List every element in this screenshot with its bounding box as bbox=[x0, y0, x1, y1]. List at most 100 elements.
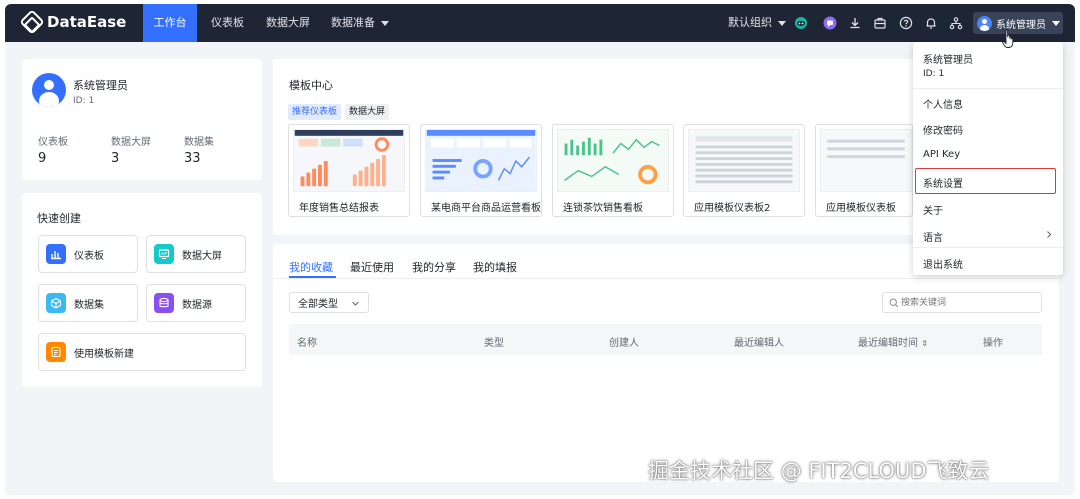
template-center-title: 模板中心 bbox=[289, 79, 333, 92]
chip-data-screen[interactable]: 数据大屏 bbox=[345, 104, 390, 120]
chevron-down-icon bbox=[352, 301, 359, 306]
tabs-divider bbox=[273, 278, 1059, 279]
cube-icon bbox=[46, 293, 66, 313]
column-last-edit-time-label: 最近编辑时间 bbox=[858, 338, 918, 349]
quick-create-data-screen-label: 数据大屏 bbox=[182, 250, 222, 262]
nav-dashboard-label: 仪表板 bbox=[211, 16, 244, 29]
column-creator: 创建人 bbox=[609, 338, 639, 349]
quick-create-dashboard[interactable]: 仪表板 bbox=[38, 235, 138, 273]
chevron-down-icon bbox=[778, 20, 786, 26]
search-box bbox=[882, 292, 1042, 313]
column-last-edit-time[interactable]: 最近编辑时间 ⇕ bbox=[858, 334, 928, 349]
menu-logout[interactable]: 退出系统 bbox=[923, 256, 963, 271]
stat-label-data-screen: 数据大屏 bbox=[111, 137, 151, 148]
nav-workbench-label: 工作台 bbox=[153, 16, 187, 29]
template-name: 应用模板仪表板2 bbox=[694, 203, 771, 214]
download-icon[interactable] bbox=[848, 16, 862, 30]
briefcase-icon[interactable] bbox=[873, 16, 887, 30]
tab-shared[interactable]: 我的分享 bbox=[412, 259, 456, 275]
column-type: 类型 bbox=[484, 338, 504, 349]
menu-divider bbox=[913, 88, 1063, 89]
quick-create-dashboard-label: 仪表板 bbox=[74, 250, 104, 262]
stat-label-dashboard: 仪表板 bbox=[38, 137, 68, 148]
org-tree-icon[interactable] bbox=[949, 16, 963, 30]
column-actions: 操作 bbox=[983, 338, 1003, 349]
database-icon bbox=[154, 293, 174, 313]
sort-icon: ⇕ bbox=[921, 339, 928, 348]
user-dropdown-menu: 系统管理员 ID: 1 个人信息 修改密码 API Key 系统设置 关于 语言… bbox=[913, 42, 1063, 275]
template-name: 年度销售总结报表 bbox=[299, 203, 379, 214]
menu-user-name: 系统管理员 bbox=[923, 55, 973, 66]
top-nav-bar: DataEase 工作台 仪表板 数据大屏 数据准备 默认组织 系统管理员 bbox=[5, 4, 1075, 42]
template-thumbnail bbox=[820, 129, 912, 192]
template-card[interactable]: 某电商平台商品运营看板 bbox=[420, 124, 542, 217]
hand-cursor-icon bbox=[1002, 29, 1014, 48]
type-filter-select[interactable]: 全部类型 bbox=[289, 292, 369, 313]
logo-text: DataEase bbox=[47, 13, 127, 31]
stat-value-dataset: 33 bbox=[184, 151, 201, 166]
copilot-icon[interactable] bbox=[823, 16, 837, 30]
nav-workbench[interactable]: 工作台 bbox=[143, 4, 197, 42]
menu-system-settings[interactable]: 系统设置 bbox=[923, 175, 963, 190]
quick-create-from-template[interactable]: 使用模板新建 bbox=[38, 333, 246, 371]
menu-api-key[interactable]: API Key bbox=[923, 149, 960, 160]
logo-icon bbox=[19, 9, 45, 35]
tab-favorites[interactable]: 我的收藏 bbox=[289, 259, 333, 275]
stat-value-dashboard: 9 bbox=[38, 151, 47, 166]
template-card[interactable]: 年度销售总结报表 bbox=[288, 124, 410, 217]
profile-card: 系统管理员 ID: 1 仪表板 9 数据大屏 3 数据集 33 bbox=[22, 59, 262, 180]
quick-create-dataset[interactable]: 数据集 bbox=[38, 284, 138, 322]
stat-value-data-screen: 3 bbox=[111, 151, 120, 166]
quick-create-from-template-label: 使用模板新建 bbox=[74, 348, 134, 360]
logo[interactable]: DataEase bbox=[19, 9, 127, 35]
nav-data-screen[interactable]: 数据大屏 bbox=[266, 4, 310, 42]
tab-filled[interactable]: 我的填报 bbox=[473, 259, 517, 275]
quick-create-panel: 快速创建 仪表板 数据大屏 数据集 数据源 使用模板新建 bbox=[22, 193, 262, 387]
search-icon bbox=[889, 298, 899, 308]
avatar bbox=[32, 73, 66, 107]
template-thumbnail bbox=[688, 129, 800, 192]
template-card[interactable]: 应用模板仪表板 bbox=[815, 124, 913, 217]
chevron-right-icon bbox=[1047, 231, 1052, 238]
nav-dashboard[interactable]: 仪表板 bbox=[211, 4, 244, 42]
column-name: 名称 bbox=[297, 338, 317, 349]
profile-name: 系统管理员 bbox=[73, 79, 128, 92]
search-input[interactable] bbox=[901, 295, 1037, 310]
org-selector-label: 默认组织 bbox=[728, 16, 772, 29]
help-icon[interactable] bbox=[899, 16, 913, 30]
org-selector[interactable]: 默认组织 bbox=[728, 4, 786, 42]
menu-language[interactable]: 语言 bbox=[923, 229, 943, 244]
type-filter-value: 全部类型 bbox=[298, 299, 338, 310]
stat-label-dataset: 数据集 bbox=[184, 137, 214, 148]
menu-divider bbox=[913, 247, 1063, 248]
screen-icon bbox=[154, 244, 174, 264]
chevron-down-icon bbox=[381, 20, 389, 26]
quick-create-datasource-label: 数据源 bbox=[182, 299, 212, 311]
chip-recommended-dashboard[interactable]: 推荐仪表板 bbox=[288, 104, 342, 120]
template-card[interactable]: 应用模板仪表板2 bbox=[683, 124, 805, 217]
tab-recent[interactable]: 最近使用 bbox=[350, 259, 394, 275]
template-name: 连锁茶饮销售看板 bbox=[563, 203, 643, 214]
bar-chart-icon bbox=[46, 244, 66, 264]
chevron-down-icon bbox=[1052, 20, 1060, 26]
avatar bbox=[977, 15, 992, 31]
quick-create-title: 快速创建 bbox=[37, 212, 81, 225]
table-header bbox=[289, 324, 1042, 355]
bell-icon[interactable] bbox=[924, 16, 938, 30]
nav-data-screen-label: 数据大屏 bbox=[266, 16, 310, 29]
template-thumbnail bbox=[425, 129, 537, 192]
quick-create-data-screen[interactable]: 数据大屏 bbox=[146, 235, 246, 273]
template-card[interactable]: 连锁茶饮销售看板 bbox=[552, 124, 674, 217]
template-icon bbox=[46, 342, 66, 362]
ai-assistant-icon[interactable] bbox=[794, 16, 808, 30]
profile-id: ID: 1 bbox=[73, 96, 95, 106]
menu-personal-info[interactable]: 个人信息 bbox=[923, 96, 963, 111]
user-menu-trigger[interactable]: 系统管理员 bbox=[973, 12, 1063, 34]
quick-create-datasource[interactable]: 数据源 bbox=[146, 284, 246, 322]
menu-about[interactable]: 关于 bbox=[923, 202, 943, 217]
quick-create-dataset-label: 数据集 bbox=[74, 299, 104, 311]
menu-change-password[interactable]: 修改密码 bbox=[923, 122, 963, 137]
nav-data-prep[interactable]: 数据准备 bbox=[331, 4, 389, 42]
template-name: 某电商平台商品运营看板 bbox=[431, 203, 541, 214]
app-window: DataEase 工作台 仪表板 数据大屏 数据准备 默认组织 系统管理员 系统… bbox=[5, 4, 1075, 495]
